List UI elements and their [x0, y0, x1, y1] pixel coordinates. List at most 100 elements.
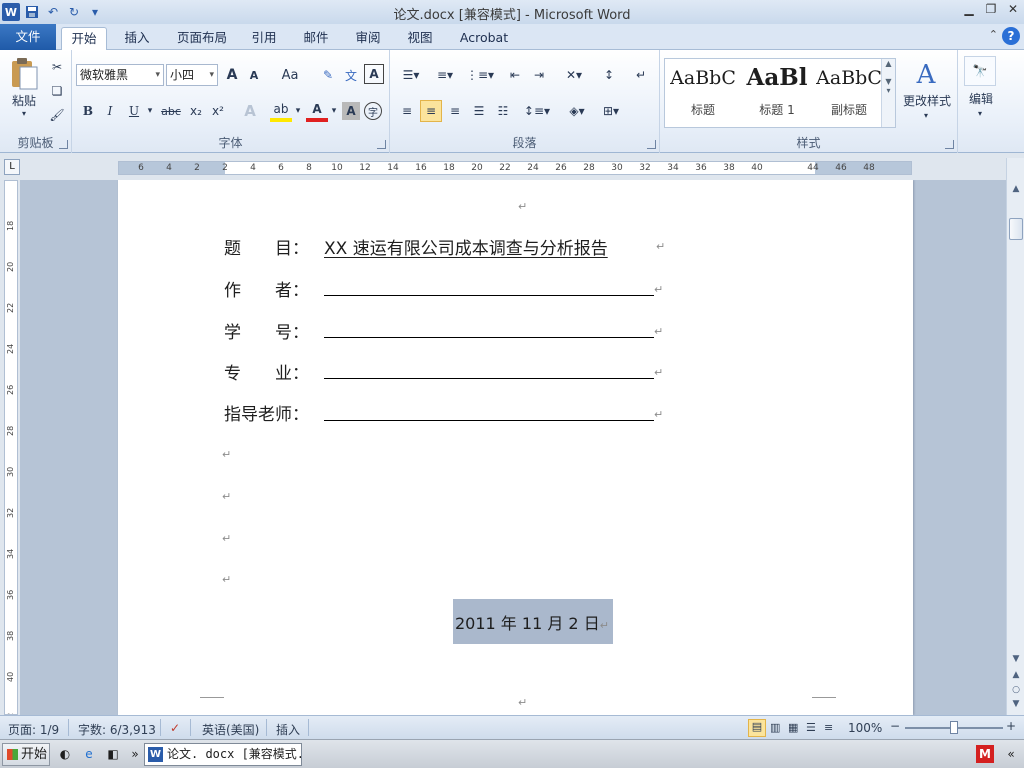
- clear-formatting-icon[interactable]: ✎: [318, 64, 338, 86]
- underline-button[interactable]: U: [124, 100, 144, 122]
- font-color-button[interactable]: A: [306, 100, 328, 122]
- paste-dropdown-icon[interactable]: ▾: [18, 108, 30, 118]
- zoom-slider-handle[interactable]: [950, 721, 958, 734]
- sort-icon[interactable]: ↕: [598, 64, 620, 86]
- field-value-advisor[interactable]: [324, 403, 654, 421]
- vertical-scrollbar[interactable]: ▲ ▼ ▲ ○ ▼: [1006, 158, 1024, 715]
- document-page[interactable]: ↵ 题 目： XX 速运有限公司成本调查与分析报告 ↵ 作 者： ↵ 学 号： …: [118, 180, 913, 715]
- strikethrough-button[interactable]: abc: [158, 100, 184, 122]
- tab-mailings[interactable]: 邮件: [296, 27, 336, 50]
- cut-icon[interactable]: ✂: [48, 58, 66, 76]
- tab-page-layout[interactable]: 页面布局: [170, 27, 234, 50]
- zoom-in-button[interactable]: +: [1006, 719, 1016, 733]
- tab-home[interactable]: 开始: [61, 27, 107, 51]
- draft-view-icon[interactable]: ≡: [824, 721, 833, 734]
- outline-view-icon[interactable]: ☰: [806, 721, 816, 734]
- restore-icon[interactable]: ❐: [980, 0, 1002, 18]
- minimize-icon[interactable]: ▁: [958, 0, 980, 18]
- superscript-button[interactable]: x²: [208, 100, 228, 122]
- change-styles-button[interactable]: 更改样式: [900, 92, 954, 108]
- tab-view[interactable]: 视图: [400, 27, 440, 50]
- undo-icon[interactable]: ↶: [44, 3, 62, 21]
- character-shading-button[interactable]: A: [342, 102, 360, 120]
- bullets-icon[interactable]: ☰▾: [396, 64, 426, 86]
- line-spacing-icon[interactable]: ↕≡▾: [522, 100, 552, 122]
- ribbon-minimize-icon[interactable]: ⌃: [989, 28, 998, 41]
- align-left-icon[interactable]: ≡: [396, 100, 418, 122]
- zoom-level[interactable]: 100%: [848, 721, 882, 735]
- tab-acrobat[interactable]: Acrobat: [452, 27, 516, 50]
- vertical-ruler[interactable]: 18202224262830323436384042: [4, 180, 18, 715]
- save-icon[interactable]: [23, 3, 41, 21]
- date-text-selected[interactable]: 2011 年 11 月 2 日↵: [453, 599, 613, 644]
- word-app-icon[interactable]: W: [2, 3, 20, 21]
- highlight-icon[interactable]: ab: [270, 100, 292, 122]
- clipboard-launcher-icon[interactable]: [59, 140, 68, 149]
- web-layout-icon[interactable]: ▦: [788, 721, 798, 734]
- redo-icon[interactable]: ↻: [65, 3, 83, 21]
- full-screen-reading-icon[interactable]: ▥: [770, 721, 780, 734]
- close-icon[interactable]: ✕: [1002, 0, 1024, 18]
- highlight-dropdown-icon[interactable]: ▾: [292, 100, 304, 122]
- character-border-icon[interactable]: A: [364, 64, 384, 84]
- font-color-dropdown-icon[interactable]: ▾: [328, 100, 340, 122]
- change-styles-dropdown-icon[interactable]: ▾: [920, 110, 932, 120]
- tab-insert[interactable]: 插入: [117, 27, 157, 50]
- scroll-down-icon[interactable]: ▼: [1009, 654, 1023, 664]
- decrease-indent-icon[interactable]: ⇤: [504, 64, 526, 86]
- distributed-icon[interactable]: ☷: [492, 100, 514, 122]
- bold-button[interactable]: B: [78, 100, 98, 122]
- tab-references[interactable]: 引用: [244, 27, 284, 50]
- font-size-dropdown[interactable]: 小四: [166, 64, 218, 86]
- print-layout-view-icon[interactable]: ▤: [748, 719, 766, 737]
- borders-icon[interactable]: ⊞▾: [596, 100, 626, 122]
- style-title[interactable]: AaBbC 标题: [667, 61, 739, 123]
- shading-icon[interactable]: ◈▾: [562, 100, 592, 122]
- start-button[interactable]: 开始: [2, 743, 50, 766]
- change-case-button[interactable]: Aa: [276, 64, 304, 86]
- multilevel-list-icon[interactable]: ⋮≡▾: [464, 64, 496, 86]
- style-subtitle[interactable]: AaBbC 副标题: [813, 61, 885, 123]
- increase-indent-icon[interactable]: ⇥: [528, 64, 550, 86]
- style-heading-1[interactable]: AaBl 标题 1: [741, 61, 813, 123]
- tray-expand-icon[interactable]: «: [1002, 745, 1020, 763]
- justify-icon[interactable]: ☰: [468, 100, 490, 122]
- proofing-icon[interactable]: ✓: [170, 721, 180, 735]
- show-formatting-marks-icon[interactable]: ↵: [630, 64, 652, 86]
- quicklaunch-icon[interactable]: ◧: [104, 745, 122, 763]
- horizontal-ruler[interactable]: 6 4 2 2 4 6 8 10 12 14 16 18 20 22 24 26 28 30 32 34 36 38 40 4…: [118, 161, 912, 175]
- shrink-font-button[interactable]: A: [244, 64, 264, 86]
- ie-icon[interactable]: e: [80, 745, 98, 763]
- editing-button[interactable]: 编辑: [960, 90, 1002, 106]
- field-value-title[interactable]: XX 速运有限公司成本调查与分析报告: [324, 234, 608, 259]
- editing-dropdown-icon[interactable]: ▾: [974, 108, 986, 118]
- font-launcher-icon[interactable]: [377, 140, 386, 149]
- field-value-author[interactable]: [324, 278, 654, 296]
- tray-app-icon[interactable]: M: [976, 745, 994, 763]
- taskbar-word-window[interactable]: W 论文. docx [兼容模式...: [144, 743, 302, 766]
- styles-launcher-icon[interactable]: [945, 140, 954, 149]
- help-icon[interactable]: ?: [1002, 27, 1020, 45]
- word-count[interactable]: 字数: 6/3,913: [78, 721, 156, 738]
- scrollbar-thumb[interactable]: [1009, 218, 1023, 240]
- tab-stop-selector[interactable]: L: [4, 159, 20, 175]
- previous-page-icon[interactable]: ▲: [1009, 670, 1023, 680]
- insert-mode[interactable]: 插入: [276, 721, 300, 738]
- chinese-layout-icon[interactable]: ✕▾: [558, 64, 590, 86]
- grow-font-button[interactable]: A: [222, 64, 242, 86]
- copy-icon[interactable]: ❏: [48, 82, 66, 100]
- scroll-up-icon[interactable]: ▲: [1009, 184, 1023, 194]
- change-styles-icon[interactable]: A: [906, 58, 946, 92]
- font-name-dropdown[interactable]: 微软雅黑: [76, 64, 164, 86]
- numbering-icon[interactable]: ≡▾: [430, 64, 460, 86]
- field-value-student-id[interactable]: [324, 320, 654, 338]
- italic-button[interactable]: I: [100, 100, 120, 122]
- tab-review[interactable]: 审阅: [348, 27, 388, 50]
- find-icon[interactable]: 🔭: [964, 56, 996, 86]
- enclose-characters-button[interactable]: 字: [364, 102, 382, 120]
- align-center-icon[interactable]: ≡: [420, 100, 442, 122]
- underline-dropdown-icon[interactable]: ▾: [144, 100, 156, 122]
- paste-icon[interactable]: [6, 56, 42, 92]
- zoom-out-button[interactable]: −: [890, 719, 900, 733]
- paste-button-label[interactable]: 粘贴: [6, 92, 42, 108]
